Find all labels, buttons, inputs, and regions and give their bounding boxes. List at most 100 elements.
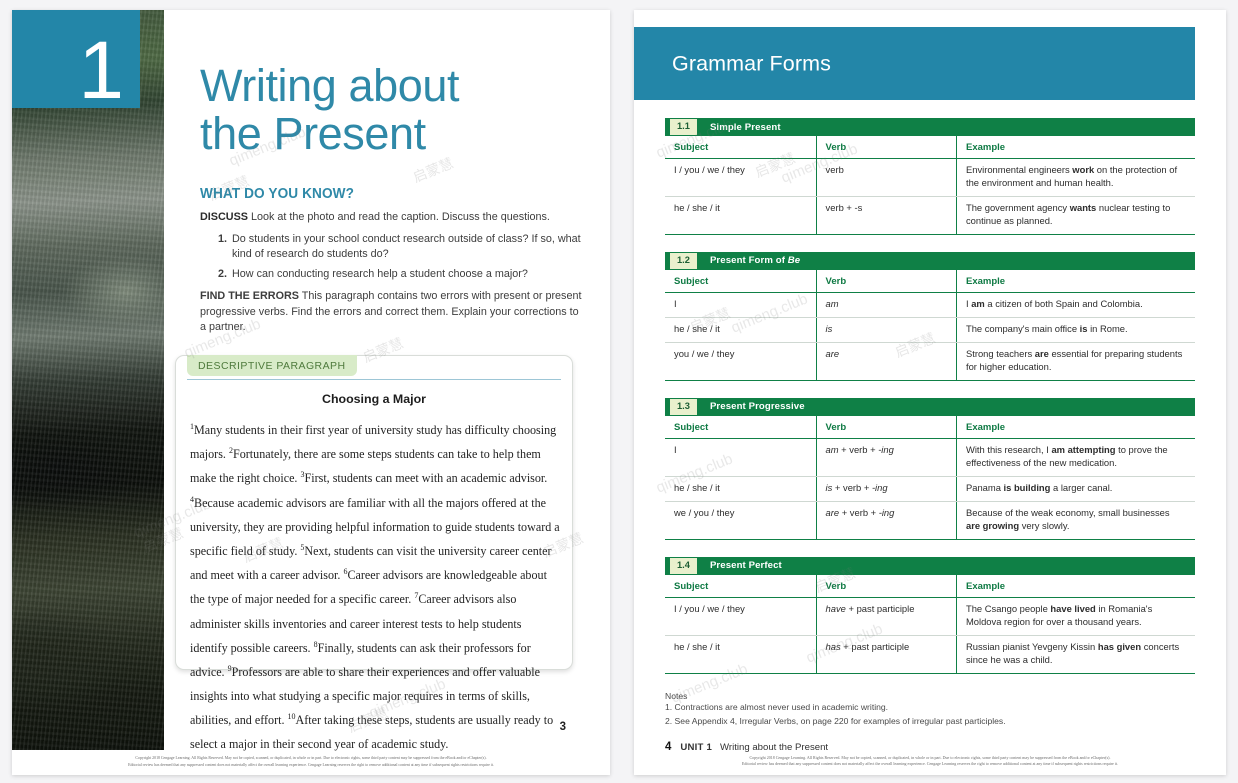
cell-verb: is (816, 317, 957, 344)
divider (187, 379, 561, 380)
cell-subject: he / she / it (665, 196, 817, 235)
copyright-line-1: Copyright 2018 Cengage Learning. All Rig… (749, 754, 1111, 760)
sentence-number: 7 (414, 591, 419, 601)
table-row: he / she / it verb + -s The government age… (665, 196, 1195, 235)
table-header-row: Subject Verb Example (665, 269, 1195, 294)
grammar-table-1.1: 1.1 Simple Present Subject Verb Example I / y… (665, 118, 1195, 235)
column-header-example: Example (956, 415, 1195, 440)
cell-subject: I / you / we / they (665, 158, 817, 198)
table-row: he / she / it is + verb + -ing Panama is b… (665, 476, 1195, 502)
cell-subject: I (665, 292, 817, 319)
table: Subject Verb Example Iam I am a citizen of b… (665, 269, 1195, 381)
sentence-number: 8 (313, 639, 318, 649)
folio-unit: UNIT 1 (680, 742, 712, 754)
table-header-bar: 1.2 Present Form of Be (665, 251, 1195, 270)
folio: 4 UNIT 1 Writing about the Present (665, 741, 1195, 753)
grammar-tables-container: 1.1 Simple Present Subject Verb Example I / y… (665, 118, 1195, 753)
sentence-number: 9 (227, 663, 232, 673)
column-header-example: Example (956, 574, 1195, 599)
grammar-table-1.3: 1.3 Present Progressive Subject Verb Example… (665, 397, 1195, 540)
cell-subject: we / you / they (665, 501, 817, 540)
grammar-forms-title: Grammar Forms (672, 51, 831, 75)
table-row: Iam I am a citizen of both Spain and Colo… (665, 292, 1195, 319)
column-header-example: Example (956, 136, 1195, 160)
cell-verb: have + past participle (816, 597, 957, 636)
copyright-line-2: Editorial review has deemed that any sup… (741, 761, 1119, 767)
table-header-row: Subject Verb Example (665, 415, 1195, 440)
discuss-label: DISCUSS (200, 211, 248, 224)
chapter-number-badge: 1 (12, 10, 140, 112)
chapter-photo (12, 10, 164, 750)
model-paragraph-card: DESCRIPTIVE PARAGRAPH Choosing a Major 1… (175, 355, 573, 751)
column-header-subject: Subject (665, 574, 817, 599)
cell-subject: he / she / it (665, 317, 817, 344)
column-header-verb: Verb (816, 415, 957, 440)
cell-example: I am a citizen of both Spain and Colombi… (956, 292, 1195, 319)
cell-verb: is + verb + -ing (816, 476, 957, 502)
sentence-number: 3 (300, 470, 305, 480)
book-spread: 1 Writing about the Present WHAT DO YOU … (0, 0, 1238, 783)
sentence-number: 6 (343, 567, 348, 577)
cell-subject: I (665, 438, 817, 478)
cell-subject: he / she / it (665, 635, 817, 674)
chapter-title-line-2: the Present (200, 108, 426, 160)
table-header-bar: 1.4 Present Perfect (665, 556, 1195, 575)
table: Subject Verb Example Iam + verb + -ing With … (665, 415, 1195, 540)
sentence-number: 4 (190, 494, 194, 504)
cell-verb: verb + -s (816, 196, 957, 235)
question-text: Do students in your school conduct resea… (232, 232, 581, 261)
table-title: Present Perfect (709, 560, 782, 572)
find-errors-label: FIND THE ERRORS (200, 289, 299, 302)
chapter-number: 1 (78, 25, 124, 116)
cell-example: Russian pianist Yevgeny Kissin has given… (956, 635, 1195, 674)
table-title: Present Progressive (709, 401, 805, 413)
table-title: Present Form of Be (709, 255, 801, 267)
table-row: you / we / they are Strong teachers are es… (665, 342, 1195, 381)
discuss-text: Look at the photo and read the caption. … (251, 211, 550, 224)
column-header-verb: Verb (816, 136, 957, 160)
cell-example: With this research, I am attempting to p… (956, 438, 1195, 478)
copyright-line-2: Editorial review has deemed that any sup… (128, 762, 494, 767)
question-text: How can conducting research help a stude… (232, 267, 528, 280)
section-heading: WHAT DO YOU KNOW? (200, 186, 355, 203)
sentence-number: 5 (300, 542, 305, 552)
table-number-badge: 1.1 (670, 119, 697, 135)
table-number-badge: 1.4 (670, 558, 697, 574)
table-header-row: Subject Verb Example (665, 574, 1195, 599)
table-row: he / she / it has + past participle Russia… (665, 635, 1195, 674)
cell-example: The Csango people have lived in Romania'… (956, 597, 1195, 636)
sentence-number: 1 (190, 421, 194, 431)
notes-block: Notes 1. Contractions are almost never us… (665, 691, 1195, 729)
right-page: Grammar Forms 1.1 Simple Present Subject Ve… (634, 10, 1226, 775)
table-row: I / you / we / they have + past participl… (665, 597, 1195, 636)
list-item: 1. Do students in your school conduct re… (218, 232, 586, 263)
model-paragraph-title: Choosing a Major (322, 392, 426, 406)
photo-texture (12, 10, 164, 750)
model-sentence: 3First, students can meet with an academ… (300, 470, 548, 486)
note-item: 1. Contractions are almost never used in… (665, 701, 889, 712)
table: Subject Verb Example I / you / we / they ver… (665, 136, 1195, 235)
cell-example: Environmental engineers work on the prot… (956, 158, 1195, 198)
chapter-title-line-1: Writing about (200, 60, 460, 111)
cell-verb: has + past participle (816, 635, 957, 674)
model-paragraph-text: 1Many students in their first year of un… (190, 418, 560, 757)
cell-example: Panama is building a larger canal. (956, 476, 1195, 502)
table-row: Iam + verb + -ing With this research, I a… (665, 438, 1195, 478)
page-number: 4 (665, 741, 672, 754)
cell-example: Because of the weak economy, small busin… (956, 501, 1195, 540)
page-title: Writing about the Present (200, 60, 586, 160)
cell-subject: I / you / we / they (665, 597, 817, 636)
sentence-number: 10 (287, 712, 296, 722)
cell-subject: he / she / it (665, 476, 817, 502)
cell-example: Strong teachers are essential for prepar… (956, 342, 1195, 381)
table-row: he / she / it is The company's main office… (665, 317, 1195, 344)
cell-subject: you / we / they (665, 342, 817, 381)
cell-verb: are + verb + -ing (816, 501, 957, 540)
table-row: I / you / we / they verb Environmental eng… (665, 158, 1195, 198)
note-item: 2. See Appendix 4, Irregular Verbs, on p… (665, 715, 1006, 726)
grammar-forms-header: Grammar Forms (634, 27, 1195, 100)
table-number-badge: 1.2 (670, 253, 697, 269)
column-header-subject: Subject (665, 415, 817, 440)
cell-verb: am + verb + -ing (816, 438, 957, 478)
cell-verb: are (816, 342, 957, 381)
